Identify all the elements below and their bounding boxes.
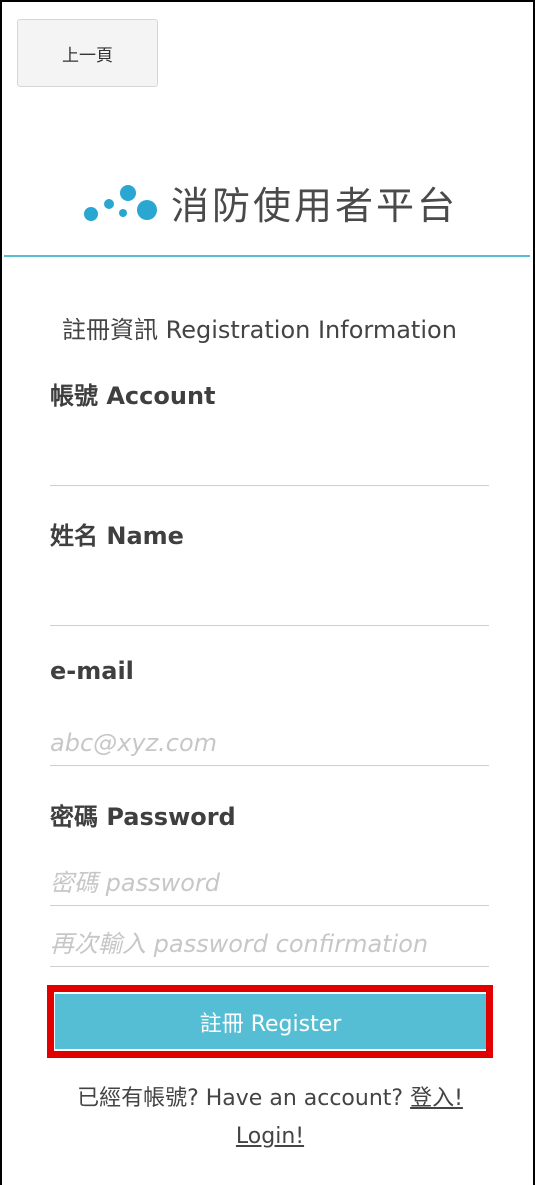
account-label: 帳號 Account: [50, 382, 216, 410]
login-prompt-text: 已經有帳號? Have an account?: [77, 1086, 411, 1111]
page-frame: 上一頁 消防使用者平台 註冊資訊 Registration Informatio…: [0, 0, 535, 1185]
password-confirm-input[interactable]: [50, 921, 489, 967]
brand-title: 消防使用者平台: [170, 183, 458, 228]
form-section-title: 註冊資訊 Registration Information: [62, 316, 457, 344]
password-input[interactable]: [50, 860, 489, 906]
brand-header: 消防使用者平台: [2, 172, 535, 232]
password-label: 密碼 Password: [50, 803, 236, 831]
email-input[interactable]: [50, 720, 489, 766]
dots-logo-icon: [83, 185, 157, 221]
email-label: e-mail: [50, 657, 134, 685]
back-button[interactable]: 上一頁: [17, 19, 158, 87]
header-divider: [4, 255, 530, 257]
name-input[interactable]: [50, 580, 489, 626]
register-button[interactable]: 註冊 Register: [55, 994, 486, 1049]
name-label: 姓名 Name: [50, 522, 184, 550]
login-prompt: 已經有帳號? Have an account? 登入! Login!: [50, 1080, 490, 1156]
account-input[interactable]: [50, 440, 489, 486]
